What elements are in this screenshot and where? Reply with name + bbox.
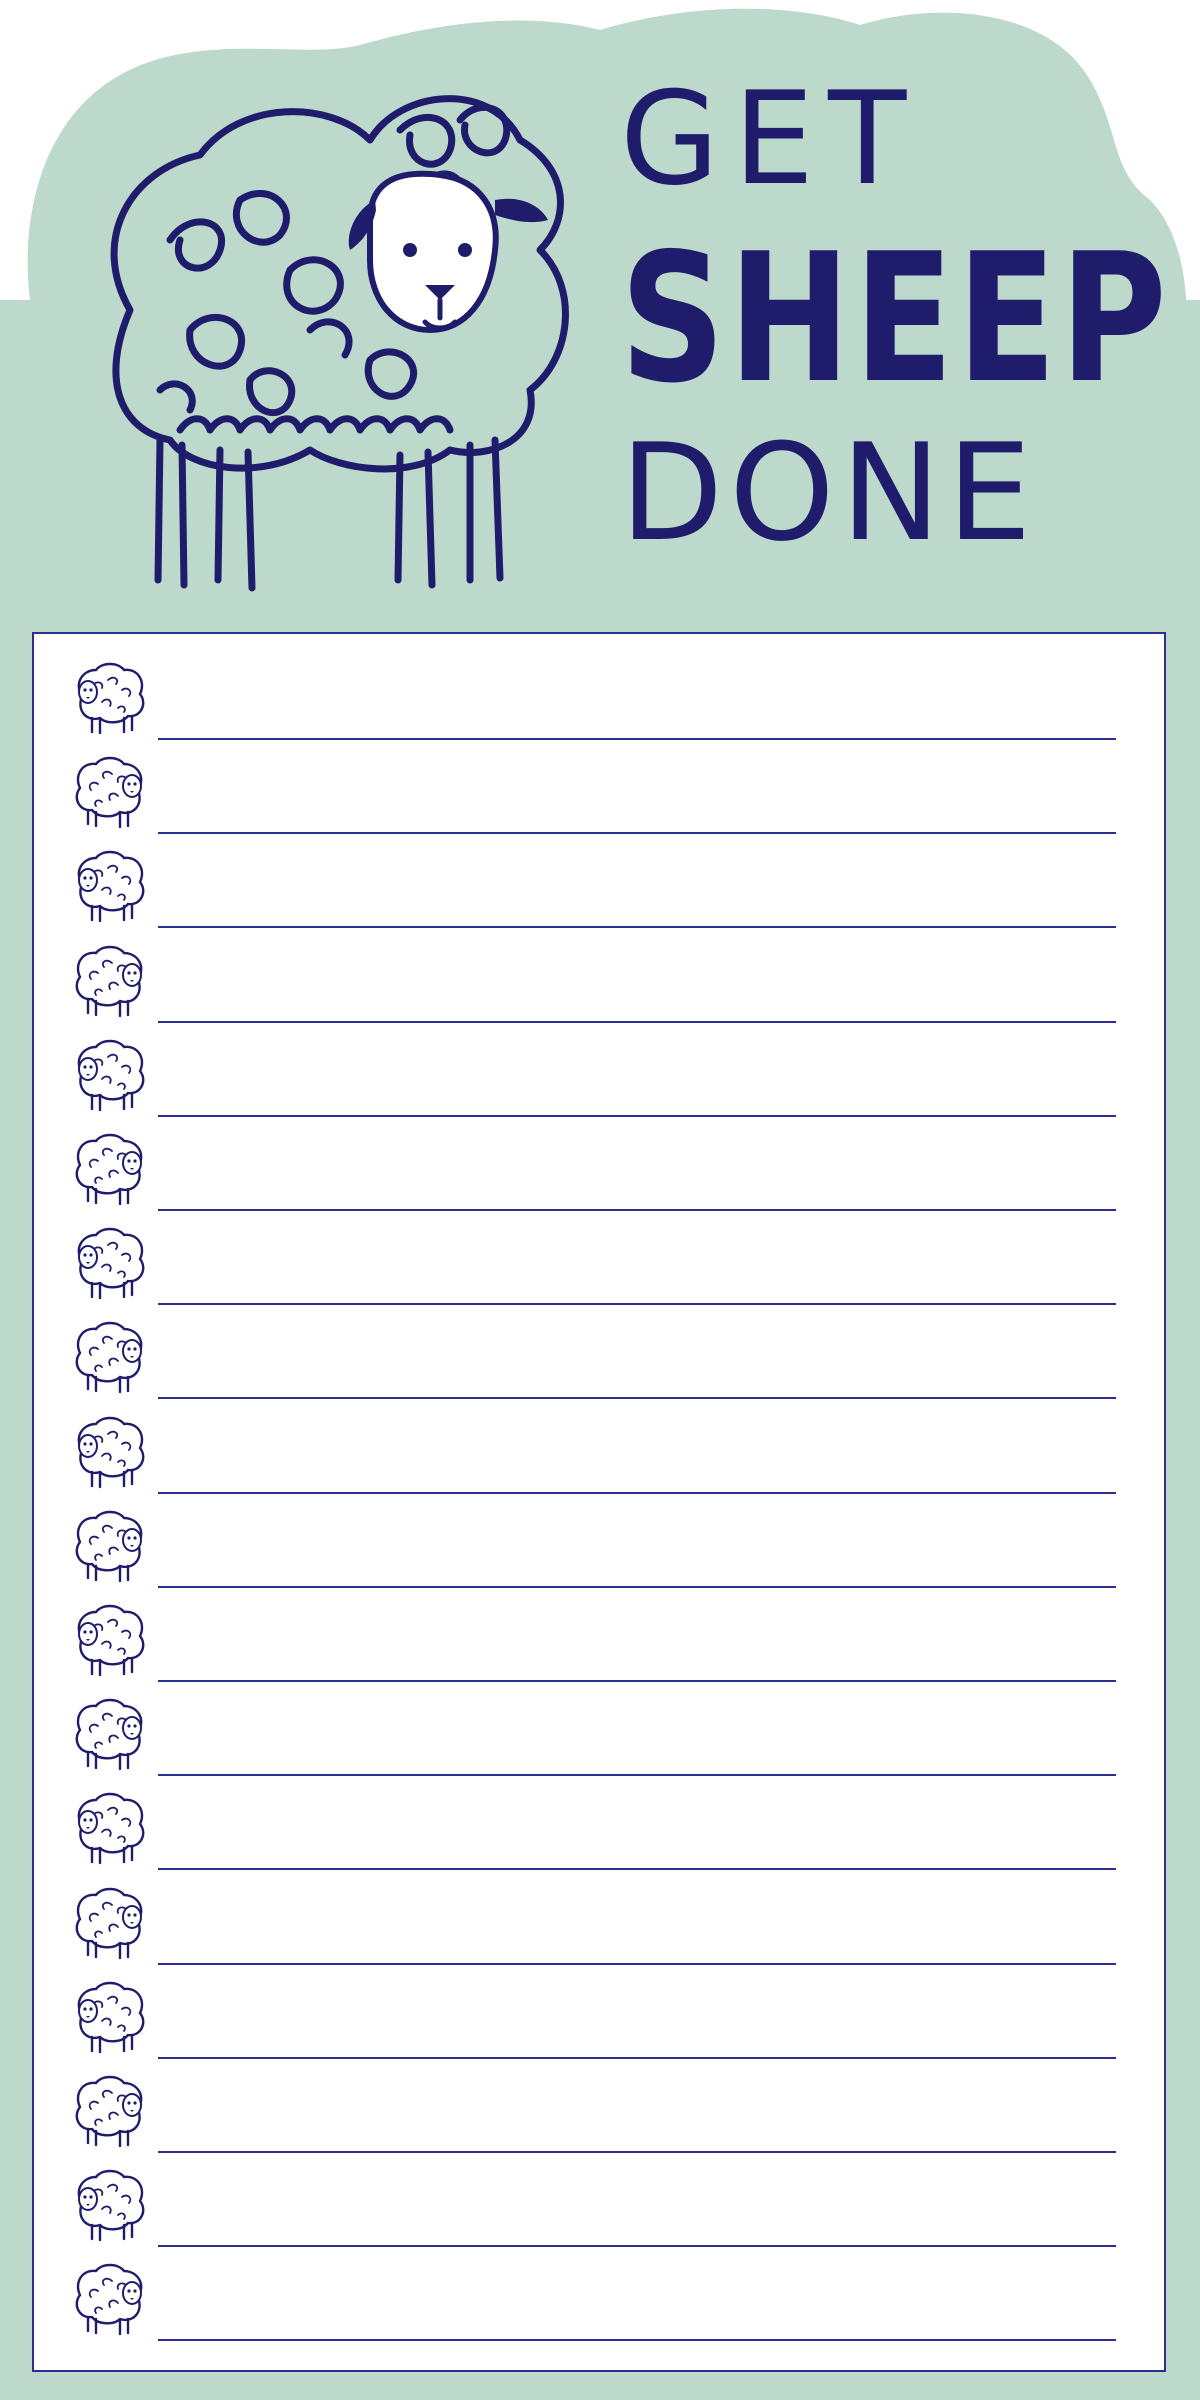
title-line-get: GET <box>620 65 921 214</box>
sheep-icon <box>75 1133 143 1206</box>
list-row <box>34 1865 1164 1965</box>
list-row <box>34 1394 1164 1494</box>
list-row <box>34 1205 1164 1306</box>
list-row <box>34 923 1164 1023</box>
sheep-icon <box>77 1981 145 2053</box>
list-row <box>34 1582 1164 1682</box>
sheep-icon <box>77 1604 145 1677</box>
lined-sheet <box>32 632 1166 2372</box>
sheep-icon <box>77 1227 145 1300</box>
sheep-icon <box>77 1416 145 1488</box>
sheep-icon <box>77 662 145 735</box>
list-row <box>34 734 1164 835</box>
sheep-icon <box>77 1039 145 1111</box>
sheep-icon <box>77 2169 145 2242</box>
sheep-icon <box>75 1510 143 1582</box>
list-row <box>34 2241 1164 2342</box>
list-row <box>34 1111 1164 1211</box>
sheep-icon <box>77 1793 145 1865</box>
title-line-sheep: SHEEP <box>620 215 1171 422</box>
write-line[interactable] <box>158 2339 1116 2342</box>
list-row <box>34 2053 1164 2153</box>
list-row <box>34 1676 1164 1777</box>
list-row <box>34 1488 1164 1588</box>
sheep-icon <box>75 1698 143 1771</box>
list-row <box>34 828 1164 929</box>
sheep-icon <box>75 2075 143 2148</box>
sheep-icon <box>75 2264 143 2336</box>
list-row <box>34 640 1164 740</box>
list-row <box>34 1770 1164 1871</box>
sheep-icon <box>75 756 143 829</box>
list-row <box>34 1299 1164 1400</box>
list-row <box>34 2147 1164 2248</box>
notepad-title: GET SHEEP DONE <box>620 55 1167 575</box>
notepad: GET SHEEP DONE <box>0 0 1200 2400</box>
list-row <box>34 1017 1164 1117</box>
sheep-icon <box>75 1322 143 1394</box>
sheep-icon <box>77 851 145 923</box>
sheep-illustration-icon <box>110 95 569 592</box>
title-line-done: DONE <box>620 415 1038 571</box>
sheep-icon <box>75 1887 143 1959</box>
list-row <box>34 1959 1164 2059</box>
sheep-icon <box>75 945 143 1017</box>
